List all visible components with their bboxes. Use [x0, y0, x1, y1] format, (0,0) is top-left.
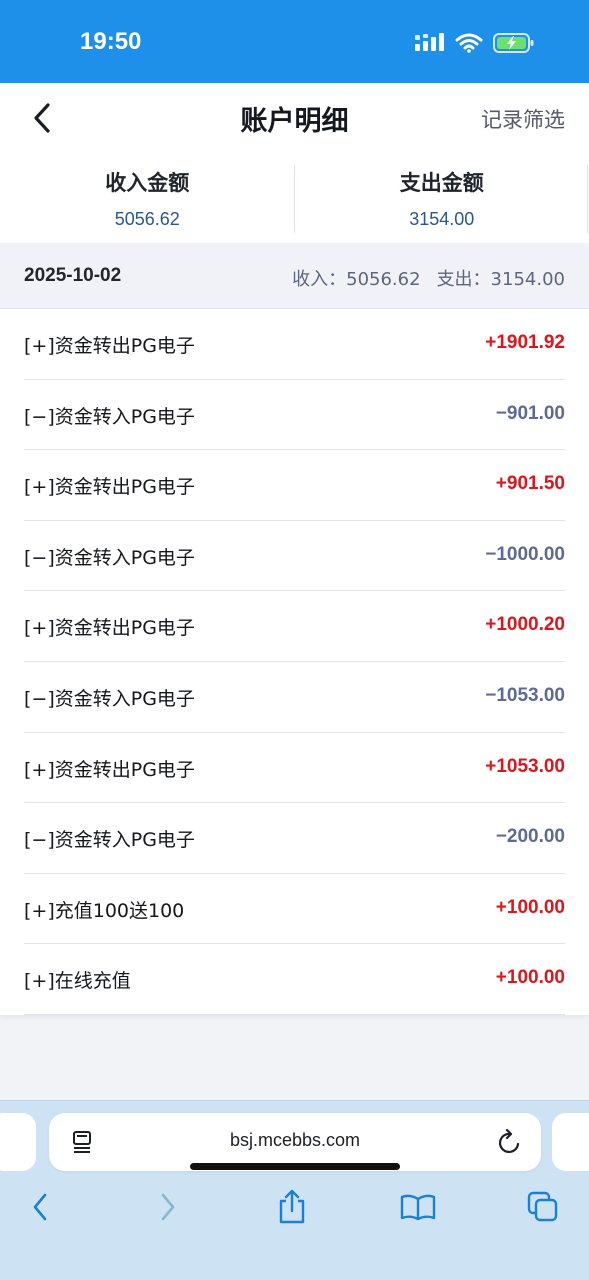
transaction-title: [−]资金转入PG电子: [24, 546, 195, 569]
expense-summary: 支出金额 3154.00: [295, 153, 589, 243]
transaction-row[interactable]: [+]资金转出PG电子 +1000.20: [24, 591, 565, 662]
status-time: 19:50: [80, 28, 142, 55]
income-summary: 收入金额 5056.62: [0, 153, 295, 243]
wifi-icon: [455, 33, 483, 53]
transaction-amount: +1901.92: [485, 332, 565, 353]
transaction-row[interactable]: [−]资金转入PG电子 −1053.00: [24, 662, 565, 733]
transaction-title: [+]资金转出PG电子: [24, 335, 195, 357]
cellular-signal-icon: [415, 33, 444, 51]
browser-bottom-bar: bsj.mcebbs.com: [0, 1100, 589, 1280]
chevron-right-icon: [161, 1193, 175, 1221]
transaction-amount: +901.50: [495, 473, 565, 495]
expense-label: 支出金额: [399, 171, 484, 195]
next-tab-preview[interactable]: [552, 1113, 589, 1171]
transaction-title: [−]资金转入PG电子: [24, 405, 195, 428]
tabs-icon: [527, 1191, 558, 1222]
expense-value: 3154.00: [409, 209, 475, 229]
day-income-total: 收入：5056.62: [292, 269, 421, 290]
browser-forward-button[interactable]: [148, 1187, 188, 1227]
url-text: bsj.mcebbs.com: [229, 1130, 361, 1150]
income-label: 收入金额: [105, 171, 190, 195]
transaction-row[interactable]: [+]资金转出PG电子 +901.50: [24, 450, 565, 521]
day-date: 2025-10-02: [24, 265, 122, 286]
book-icon: [400, 1194, 436, 1221]
transaction-amount: +100.00: [495, 967, 565, 989]
transaction-amount: −1053.00: [485, 684, 565, 706]
summary-panel: 收入金额 5056.62 支出金额 3154.00: [0, 153, 589, 243]
tabs-button[interactable]: [523, 1187, 563, 1227]
battery-charging-icon: [493, 33, 534, 53]
share-icon: [279, 1189, 305, 1224]
share-button[interactable]: [272, 1187, 312, 1227]
day-card: 2025-10-02 收入：5056.62 支出：3154.00 [+]资金转出…: [0, 243, 589, 1015]
transaction-title: [+]资金转出PG电子: [24, 758, 195, 781]
income-value: 5056.62: [114, 209, 180, 229]
day-totals: 收入：5056.62 支出：3154.00: [292, 265, 565, 291]
transaction-row[interactable]: [+]在线充值 +100.00: [24, 944, 565, 1015]
transaction-amount: +1000.20: [485, 614, 565, 636]
transaction-row[interactable]: [−]资金转入PG电子 −901.00: [24, 380, 565, 451]
home-indicator: [190, 1163, 400, 1170]
transaction-row[interactable]: [−]资金转入PG电子 −200.00: [24, 803, 565, 874]
transaction-amount: +1053.00: [485, 755, 565, 777]
chevron-left-icon: [33, 1193, 47, 1221]
transaction-row[interactable]: [+]充值100送100 +100.00: [24, 874, 565, 945]
status-bar: 19:50: [0, 0, 589, 83]
transaction-title: [+]充值100送100: [24, 899, 185, 922]
transaction-amount: +100.00: [495, 896, 565, 918]
browser-back-button[interactable]: [20, 1187, 60, 1227]
bookmarks-button[interactable]: [398, 1187, 438, 1227]
transaction-list: [+]资金转出PG电子 +1901.92 [−]资金转入PG电子 −901.00 […: [24, 309, 565, 1015]
status-icons: [415, 30, 535, 56]
day-expense-total: 支出：3154.00: [436, 269, 565, 290]
transaction-title: [+]资金转出PG电子: [24, 476, 195, 499]
transaction-amount: −200.00: [495, 826, 565, 848]
transaction-title: [−]资金转入PG电子: [24, 687, 195, 710]
transaction-title: [+]资金转出PG电子: [24, 617, 195, 640]
transaction-row[interactable]: [+]资金转出PG电子 +1053.00: [24, 733, 565, 804]
transaction-amount: −901.00: [495, 402, 565, 424]
previous-tab-preview[interactable]: [0, 1113, 36, 1171]
transaction-title: [−]资金转入PG电子: [24, 829, 195, 852]
record-filter-button[interactable]: 记录筛选: [481, 104, 565, 134]
browser-toolbar: [0, 1181, 589, 1231]
transaction-amount: −1000.00: [485, 543, 565, 565]
nav-header: 账户明细 记录筛选: [0, 83, 589, 153]
transaction-row[interactable]: [+]资金转出PG电子 +1901.92: [24, 309, 565, 380]
reload-icon[interactable]: [497, 1128, 523, 1156]
transaction-title: [+]在线充值: [24, 970, 131, 993]
day-header: 2025-10-02 收入：5056.62 支出：3154.00: [0, 243, 589, 309]
transaction-row[interactable]: [−]资金转入PG电子 −1000.00: [24, 521, 565, 592]
